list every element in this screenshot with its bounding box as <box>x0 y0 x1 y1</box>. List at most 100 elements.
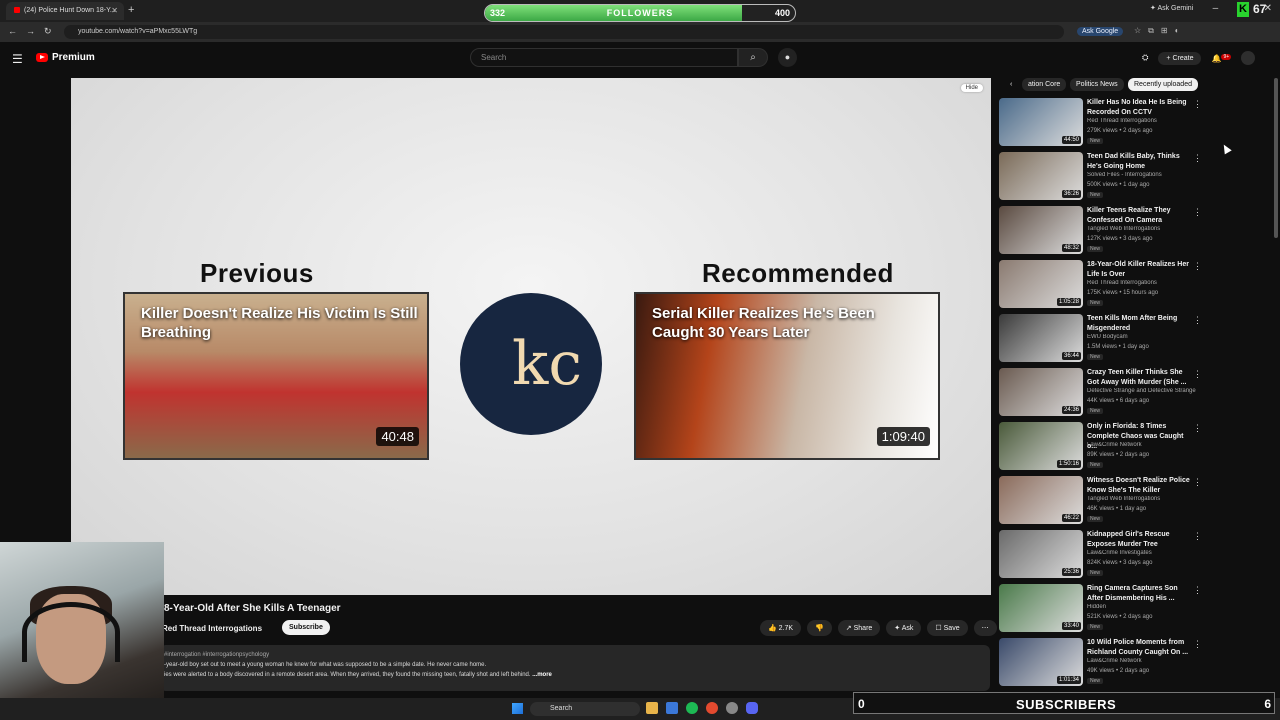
search-icon[interactable]: ⌕ <box>738 48 768 67</box>
rec-menu-icon[interactable]: ⋮ <box>1193 207 1202 218</box>
rec-menu-icon[interactable]: ⋮ <box>1193 585 1202 596</box>
rec-menu-icon[interactable]: ⋮ <box>1193 477 1202 488</box>
rec-thumbnail[interactable]: 1:01:34 <box>999 638 1083 686</box>
rec-thumbnail[interactable]: 48:32 <box>999 206 1083 254</box>
rec-thumbnail[interactable]: 46:22 <box>999 476 1083 524</box>
rec-menu-icon[interactable]: ⋮ <box>1193 639 1202 650</box>
chrome-icon[interactable] <box>706 702 718 714</box>
rec-item[interactable]: 1:05:28 18-Year-Old Killer Realizes Her L… <box>999 260 1269 312</box>
rec-menu-icon[interactable]: ⋮ <box>1193 315 1202 326</box>
avatar[interactable] <box>1241 51 1256 65</box>
hamburger-menu-icon[interactable]: ☰ <box>12 52 23 66</box>
taskbar-search[interactable]: Search <box>530 702 640 716</box>
save-button[interactable]: ☐ Save <box>927 620 968 636</box>
reload-icon[interactable]: ↻ <box>44 26 52 37</box>
rec-menu-icon[interactable]: ⋮ <box>1193 99 1202 110</box>
rec-channel[interactable]: Law&Crime Network <box>1087 442 1207 448</box>
youtube-logo[interactable]: Premium <box>36 52 95 63</box>
channel-name[interactable]: Red Thread Interrogations <box>162 624 262 633</box>
ask-gemini-button[interactable]: ✦ Ask Gemini <box>1150 4 1193 12</box>
rec-thumbnail[interactable]: 36:26 <box>999 152 1083 200</box>
rec-channel[interactable]: Red Thread Interrogations <box>1087 118 1207 124</box>
rec-channel[interactable]: Law&Crime Network <box>1087 658 1207 664</box>
previous-video-card[interactable]: Killer Doesn't Realize His Victim Is Sti… <box>123 292 429 460</box>
rec-item[interactable]: 36:26 Teen Dad Kills Baby, Thinks He's Go… <box>999 152 1269 204</box>
rec-title[interactable]: 18-Year-Old Killer Realizes Her Life Is … <box>1087 260 1195 280</box>
chip-0[interactable]: ation Core <box>1022 78 1067 91</box>
microphone-icon[interactable]: ● <box>778 48 797 67</box>
rec-thumbnail[interactable]: 25:36 <box>999 530 1083 578</box>
rec-item[interactable]: 48:32 Killer Teens Realize They Confessed… <box>999 206 1269 258</box>
back-icon[interactable]: ← <box>8 26 17 36</box>
extension-icons[interactable]: ☆⧉⊞◐ <box>1134 26 1186 36</box>
cast-icon[interactable]: ⛭ <box>1142 53 1148 63</box>
rec-menu-icon[interactable]: ⋮ <box>1193 531 1202 542</box>
rec-title[interactable]: Ring Camera Captures Son After Dismember… <box>1087 584 1195 604</box>
subscribe-button[interactable]: Subscribe <box>282 620 330 635</box>
close-tab-icon[interactable]: ✕ <box>111 6 118 15</box>
recommended-video-card[interactable]: Serial Killer Realizes He's Been Caught … <box>634 292 940 460</box>
hide-endscreen-button[interactable]: Hide <box>960 84 983 92</box>
rec-thumbnail[interactable]: 24:36 <box>999 368 1083 416</box>
dislike-button[interactable]: 👎 <box>807 620 832 636</box>
new-tab-icon[interactable]: + <box>128 4 134 16</box>
windows-start-icon[interactable] <box>512 703 523 714</box>
rec-channel[interactable]: EWU Bodycam <box>1087 334 1207 340</box>
rec-title[interactable]: 10 Wild Police Moments from Richland Cou… <box>1087 638 1195 658</box>
discord-icon[interactable] <box>746 702 758 714</box>
rec-item[interactable]: 24:36 Crazy Teen Killer Thinks She Got Aw… <box>999 368 1269 420</box>
notifications-icon[interactable]: 🔔 9+ <box>1211 53 1232 63</box>
rec-channel[interactable]: Tangled Web Interrogations <box>1087 226 1207 232</box>
rec-item[interactable]: 1:50:16 Only in Florida: 8 Times Complete… <box>999 422 1269 474</box>
rec-thumbnail[interactable]: 36:44 <box>999 314 1083 362</box>
rec-item[interactable]: 25:36 Kidnapped Girl's Rescue Exposes Mur… <box>999 530 1269 582</box>
forward-icon[interactable]: → <box>26 26 35 36</box>
show-more-link[interactable]: ...more <box>532 672 552 678</box>
create-button[interactable]: + Create <box>1158 51 1202 65</box>
rec-thumbnail[interactable]: 1:50:16 <box>999 422 1083 470</box>
ask-google-button[interactable]: Ask Google <box>1077 27 1124 36</box>
ask-button[interactable]: ✦ Ask <box>886 620 922 636</box>
video-player[interactable]: Hide Previous Recommended Killer Doesn't… <box>71 78 991 595</box>
rec-item[interactable]: 46:22 Witness Doesn't Realize Police Know… <box>999 476 1269 528</box>
more-actions-icon[interactable]: ⋯ <box>973 620 997 636</box>
store-icon[interactable] <box>666 702 678 714</box>
chip-2[interactable]: Recently uploaded <box>1128 78 1198 91</box>
share-button[interactable]: ↗ Share <box>837 620 881 636</box>
rec-channel[interactable]: Hidden <box>1087 604 1207 610</box>
rec-channel[interactable]: Solved Files - Interrogations <box>1087 172 1207 178</box>
rec-menu-icon[interactable]: ⋮ <box>1193 261 1202 272</box>
minimize-icon[interactable]: – <box>1213 3 1219 14</box>
rec-thumbnail[interactable]: 33:40 <box>999 584 1083 632</box>
scrollbar[interactable] <box>1274 78 1278 238</box>
rec-thumbnail[interactable]: 44:50 <box>999 98 1083 146</box>
rec-menu-icon[interactable]: ⋮ <box>1193 369 1202 380</box>
spotify-icon[interactable] <box>686 702 698 714</box>
rec-item[interactable]: 36:44 Teen Kills Mom After Being Misgende… <box>999 314 1269 366</box>
rec-title[interactable]: Killer Has No Idea He Is Being Recorded … <box>1087 98 1195 118</box>
search-input[interactable]: Search <box>470 48 738 67</box>
rec-menu-icon[interactable]: ⋮ <box>1193 423 1202 434</box>
rec-channel[interactable]: Law&Crime Investigates <box>1087 550 1207 556</box>
chips-prev-icon[interactable]: ‹ <box>1004 78 1018 91</box>
obs-icon[interactable] <box>726 702 738 714</box>
rec-title[interactable]: Teen Dad Kills Baby, Thinks He's Going H… <box>1087 152 1195 172</box>
rec-item[interactable]: 1:01:34 10 Wild Police Moments from Richl… <box>999 638 1269 690</box>
like-button[interactable]: 👍 2.7K <box>760 620 802 636</box>
rec-item[interactable]: 44:50 Killer Has No Idea He Is Being Reco… <box>999 98 1269 150</box>
rec-thumbnail[interactable]: 1:05:28 <box>999 260 1083 308</box>
rec-channel[interactable]: Detective Strange and Detective Strange <box>1087 388 1207 394</box>
file-explorer-icon[interactable] <box>646 702 658 714</box>
rec-item[interactable]: 33:40 Ring Camera Captures Son After Dism… <box>999 584 1269 636</box>
rec-title[interactable]: Crazy Teen Killer Thinks She Got Away Wi… <box>1087 368 1195 388</box>
rec-channel[interactable]: Tangled Web Interrogations <box>1087 496 1207 502</box>
rec-menu-icon[interactable]: ⋮ <box>1193 153 1202 164</box>
chip-1[interactable]: Politics News <box>1070 78 1124 91</box>
rec-title[interactable]: Kidnapped Girl's Rescue Exposes Murder T… <box>1087 530 1195 550</box>
rec-title[interactable]: Witness Doesn't Realize Police Know She'… <box>1087 476 1195 496</box>
url-field[interactable]: youtube.com/watch?v=aPMxc55LWTg <box>64 25 1064 39</box>
rec-title[interactable]: Teen Kills Mom After Being Misgendered <box>1087 314 1195 334</box>
rec-title[interactable]: Killer Teens Realize They Confessed On C… <box>1087 206 1195 226</box>
browser-tab[interactable]: (24) Police Hunt Down 18-Y... ✕ <box>6 2 124 20</box>
video-description[interactable]: #interrogation #interrogationpsychology … <box>160 645 990 691</box>
